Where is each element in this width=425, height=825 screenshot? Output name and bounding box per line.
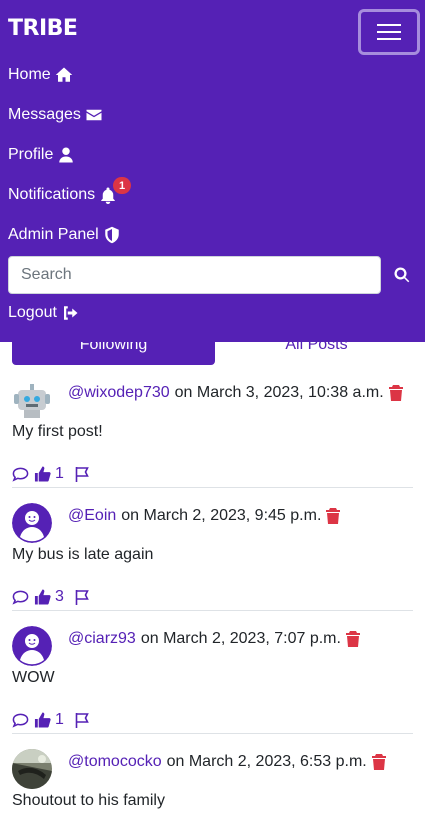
nav-home-label: Home [8, 66, 51, 83]
post-date: on March 2, 2023, 6:53 p.m. [166, 753, 367, 770]
nav-logout[interactable]: Logout [8, 302, 79, 324]
post-username[interactable]: @ciarz93 [68, 630, 136, 648]
default-user-avatar[interactable] [12, 503, 52, 543]
nav-messages[interactable]: Messages [8, 104, 103, 126]
nav-messages-label: Messages [8, 106, 81, 123]
post-username[interactable]: @Eoin [68, 507, 116, 525]
sign-out-icon [63, 306, 78, 320]
shield-icon [104, 226, 119, 244]
post-date: on March 2, 2023, 7:07 p.m. [140, 630, 341, 647]
navbar: TRIBE Home Messages Profile Notification… [0, 0, 425, 342]
thumbs-up-icon[interactable] [34, 712, 51, 728]
user-icon [59, 147, 74, 163]
trash-icon[interactable] [371, 754, 386, 770]
post-text: WOW [12, 669, 55, 686]
post-date: on March 3, 2023, 10:38 a.m. [174, 384, 384, 401]
search-icon [394, 267, 410, 283]
brand-logo[interactable]: TRIBE [8, 16, 78, 41]
flag-icon[interactable] [74, 589, 91, 605]
thumbs-up-icon[interactable] [34, 466, 51, 482]
comment-icon[interactable] [12, 712, 29, 728]
post-text: My first post! [12, 423, 103, 440]
nav-admin-panel[interactable]: Admin Panel [8, 224, 121, 246]
notification-badge: 1 [113, 177, 131, 194]
post-actions: 1 [12, 711, 91, 729]
trash-icon[interactable] [388, 385, 403, 401]
nav-notifications[interactable]: Notifications 1 [8, 177, 131, 206]
photo-avatar[interactable] [12, 749, 52, 789]
trash-icon[interactable] [326, 508, 341, 524]
flag-icon[interactable] [74, 466, 91, 482]
post-meta: @tomococko on March 2, 2023, 6:53 p.m. [68, 753, 386, 771]
post-meta: @wixodep730 on March 3, 2023, 10:38 a.m. [68, 384, 403, 402]
nav-profile-label: Profile [8, 146, 54, 163]
post-username[interactable]: @tomococko [68, 753, 162, 771]
search-button[interactable] [391, 264, 413, 286]
post-item: @Eoin on March 2, 2023, 9:45 p.m. My bus… [12, 503, 413, 611]
post-actions: 1 [12, 465, 91, 483]
trash-icon[interactable] [345, 631, 360, 647]
comment-icon[interactable] [12, 466, 29, 482]
robot-avatar[interactable] [12, 380, 52, 420]
post-item: @tomococko on March 2, 2023, 6:53 p.m. S… [12, 749, 413, 825]
post-meta: @ciarz93 on March 2, 2023, 7:07 p.m. [68, 630, 360, 648]
like-count: 3 [55, 588, 64, 605]
nav-notifications-label: Notifications [8, 186, 96, 203]
flag-icon[interactable] [74, 712, 91, 728]
nav-profile[interactable]: Profile [8, 144, 75, 166]
navbar-toggler-button[interactable] [358, 9, 420, 55]
post-item: @wixodep730 on March 3, 2023, 10:38 a.m.… [12, 380, 413, 488]
home-icon [55, 67, 72, 82]
nav-admin-label: Admin Panel [8, 226, 99, 243]
post-item: @ciarz93 on March 2, 2023, 7:07 p.m. WOW… [12, 626, 413, 734]
post-date: on March 2, 2023, 9:45 p.m. [121, 507, 322, 524]
thumbs-up-icon[interactable] [34, 589, 51, 605]
post-text: My bus is late again [12, 546, 154, 563]
nav-home[interactable]: Home [8, 64, 73, 86]
post-meta: @Eoin on March 2, 2023, 9:45 p.m. [68, 507, 341, 525]
comment-icon[interactable] [12, 589, 29, 605]
like-count: 1 [55, 465, 64, 482]
post-actions: 3 [12, 588, 91, 606]
envelope-icon [86, 109, 102, 121]
like-count: 1 [55, 711, 64, 728]
nav-logout-label: Logout [8, 304, 57, 321]
hamburger-icon [377, 24, 401, 26]
post-text: Shoutout to his family [12, 792, 165, 809]
post-username[interactable]: @wixodep730 [68, 384, 170, 402]
search-input[interactable] [8, 256, 381, 294]
default-user-avatar[interactable] [12, 626, 52, 666]
